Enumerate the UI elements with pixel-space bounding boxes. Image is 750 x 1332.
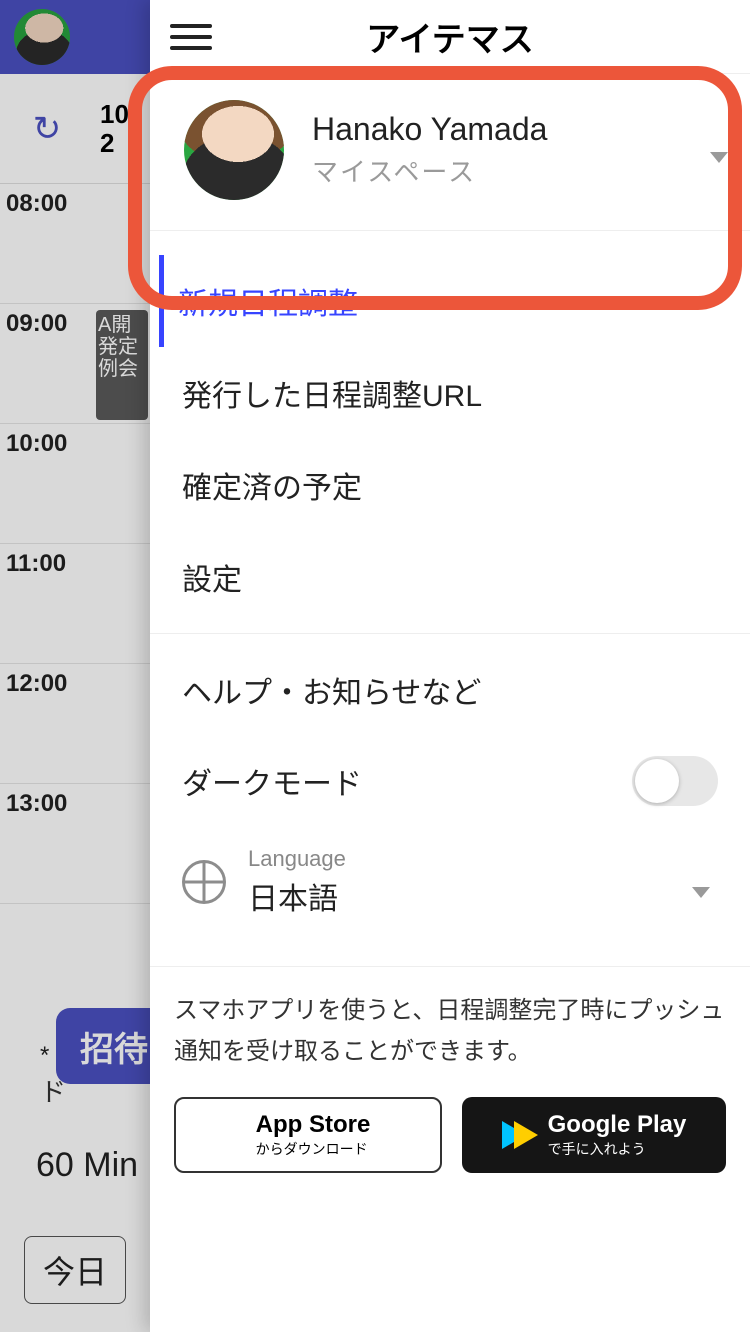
side-drawer: アイテマス Hanako Yamada マイスペース 新規日程調整 発行した日程… <box>150 0 750 1332</box>
chevron-down-icon <box>710 152 728 163</box>
profile-subtitle: マイスペース <box>312 152 547 189</box>
menu-issued-urls[interactable]: 発行した日程調整URL <box>178 347 722 439</box>
menu-help[interactable]: ヘルプ・お知らせなど <box>178 646 722 734</box>
globe-icon <box>182 860 226 904</box>
play-icon <box>502 1121 538 1149</box>
menu-confirmed[interactable]: 確定済の予定 <box>178 439 722 531</box>
promo-section: スマホアプリを使うと、日程調整完了時にプッシュ通知を受け取ることができます。 A… <box>150 967 750 1203</box>
dark-mode-row: ダークモード <box>178 734 722 828</box>
google-play-badge[interactable]: Google Play で手に入れよう <box>462 1097 726 1173</box>
secondary-section: ヘルプ・お知らせなど ダークモード Language 日本語 <box>150 634 750 967</box>
play-subtitle: で手に入れよう <box>548 1139 687 1159</box>
chevron-down-icon <box>692 887 710 898</box>
promo-text: スマホアプリを使うと、日程調整完了時にプッシュ通知を受け取ることができます。 <box>174 991 726 1073</box>
language-value: 日本語 <box>248 874 346 918</box>
dark-mode-toggle[interactable] <box>632 756 718 806</box>
appstore-subtitle: からダウンロード <box>256 1139 371 1159</box>
menu-settings[interactable]: 設定 <box>178 531 722 623</box>
drawer-header: アイテマス <box>150 0 750 74</box>
appstore-title: App Store <box>256 1111 371 1139</box>
app-store-badge[interactable]: App Store からダウンロード <box>174 1097 442 1173</box>
profile-selector[interactable]: Hanako Yamada マイスペース <box>150 74 750 231</box>
dark-mode-label: ダークモード <box>182 759 362 803</box>
app-title: アイテマス <box>232 12 750 61</box>
store-badges: App Store からダウンロード Google Play で手に入れよう <box>174 1097 726 1173</box>
language-selector[interactable]: Language 日本語 <box>178 828 722 946</box>
menu-new-schedule[interactable]: 新規日程調整 <box>159 255 722 347</box>
profile-text: Hanako Yamada マイスペース <box>312 111 547 189</box>
language-caption: Language <box>248 846 346 872</box>
profile-name: Hanako Yamada <box>312 111 547 148</box>
play-title: Google Play <box>548 1111 687 1139</box>
hamburger-icon[interactable] <box>150 24 232 50</box>
menu-list: 新規日程調整 発行した日程調整URL 確定済の予定 設定 <box>150 231 750 634</box>
avatar-large <box>184 100 284 200</box>
